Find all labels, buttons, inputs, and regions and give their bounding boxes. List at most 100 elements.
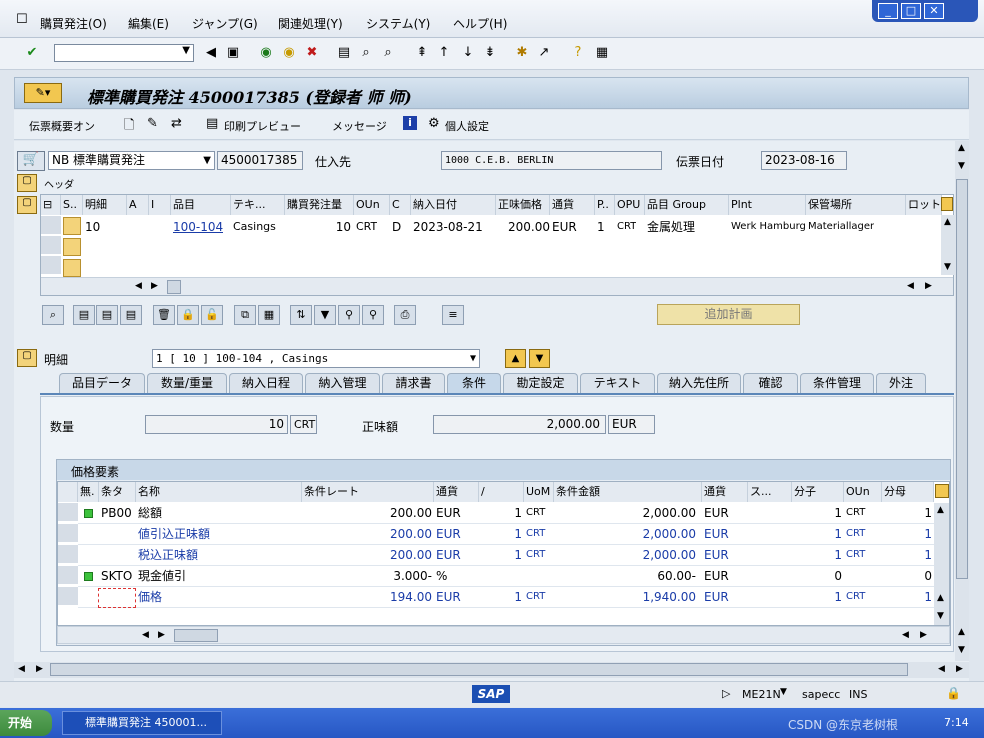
cond-rate[interactable]: 194.00 (302, 587, 432, 607)
main-scroll-left-icon[interactable]: ◀ (18, 664, 25, 674)
cond-vscroll[interactable]: ▲ ▲ ▼ (934, 503, 949, 625)
messages-button[interactable]: メッセージ (332, 118, 387, 134)
cond-row-selector[interactable] (58, 503, 78, 522)
help-icon[interactable]: ? (570, 45, 586, 61)
col-header-per[interactable]: P.. (595, 195, 615, 215)
cond-numerator[interactable]: 0 (792, 566, 842, 586)
deselect-all-button[interactable]: ▤ (96, 305, 118, 325)
cond-oun[interactable]: CRT (844, 545, 882, 565)
tab-conditions[interactable]: 条件 (447, 373, 501, 394)
cond-oun[interactable]: CRT (844, 524, 882, 544)
status-expand-icon[interactable]: ▷ (722, 687, 730, 700)
cond-col-currency2[interactable]: 通貨 (702, 482, 748, 502)
item-detail-select[interactable]: 1 [ 10 ] 100-104 , Casings ▼ (152, 349, 480, 368)
change-icon[interactable]: ✎ (147, 116, 158, 131)
start-button[interactable]: 开始 (0, 710, 52, 736)
delete-button[interactable]: 🗑 (153, 305, 175, 325)
cond-amount[interactable]: 2,000.00 (554, 524, 696, 544)
row-selector[interactable] (41, 256, 61, 275)
cond-name[interactable]: 現金値引 (136, 566, 302, 586)
cond-scroll-up2-icon[interactable]: ▲ (937, 593, 944, 603)
cond-currency[interactable]: EUR (434, 587, 479, 607)
sort-button[interactable]: ⇅ (290, 305, 312, 325)
find-next-icon[interactable]: ⌕ (380, 45, 396, 61)
shortcut-icon[interactable]: ↗ (536, 45, 552, 61)
transaction-code[interactable]: ME21N (742, 688, 781, 701)
back-icon[interactable]: ◉ (258, 45, 274, 61)
cond-per[interactable]: 1 (479, 587, 522, 607)
col-header-c[interactable]: C (390, 195, 411, 215)
menu-icon[interactable]: ☐ (16, 12, 28, 27)
close-button[interactable]: ✕ (924, 3, 944, 19)
next-page-icon[interactable]: ↓ (460, 45, 476, 61)
doc-overview-button[interactable]: 伝票概要オン (29, 118, 95, 134)
tab-material-data[interactable]: 品目データ (59, 373, 145, 393)
document-button[interactable]: ⎙ (394, 305, 416, 325)
restore-button[interactable]: □ (901, 3, 921, 19)
cond-denominator[interactable]: 1 (882, 587, 932, 607)
cond-uom[interactable]: CRT (524, 587, 554, 607)
sum-button[interactable]: ▼ (314, 305, 336, 325)
row-status-icon[interactable] (63, 217, 81, 235)
focus-cell[interactable] (98, 588, 136, 608)
menu-edit[interactable]: 編集(E) (128, 15, 169, 32)
tab-texts[interactable]: テキスト (580, 373, 655, 393)
table-settings-icon[interactable]: ⊟ (41, 195, 61, 215)
item-net-price[interactable]: 200.00 (496, 217, 550, 237)
cond-scroll-down-icon[interactable]: ▼ (937, 611, 944, 621)
main-scroll-right-icon[interactable]: ▶ (36, 664, 43, 674)
item-qty[interactable]: 10 (285, 217, 351, 237)
tab-qty-weight[interactable]: 数量/重量 (147, 373, 227, 393)
cond-rate[interactable]: 200.00 (302, 503, 432, 523)
cond-col-name[interactable]: 名称 (136, 482, 302, 502)
col-header-mat-group[interactable]: 品目 Group (645, 195, 729, 215)
order-type-select[interactable]: NB 標準購買発注 ▼ (48, 151, 215, 170)
item-short-text[interactable]: Casings (231, 217, 276, 237)
cond-col-inactive[interactable]: 無. (78, 482, 99, 502)
col-header-oun[interactable]: OUn (354, 195, 390, 215)
cond-row-selector[interactable] (58, 545, 78, 564)
items-hscroll[interactable]: ◀ ▶ ◀ ▶ (41, 277, 953, 295)
cond-col-currency[interactable]: 通貨 (434, 482, 479, 502)
col-header-batch[interactable]: ロット (906, 195, 942, 215)
cond-col-rate[interactable]: 条件レート (302, 482, 434, 502)
cond-col-status[interactable]: ス... (748, 482, 792, 502)
cond-rate[interactable]: 3.000- (302, 566, 432, 586)
main-scroll-up-bottom-icon[interactable]: ▲ (958, 627, 965, 637)
item-sloc[interactable]: Materiallager (806, 217, 874, 237)
item-plant[interactable]: Werk Hamburg (729, 217, 806, 237)
cond-scroll-right-icon[interactable]: ▶ (158, 630, 165, 640)
tab-condition-control[interactable]: 条件管理 (800, 373, 874, 393)
menu-jump[interactable]: ジャンプ(G) (192, 15, 258, 32)
col-header-qty[interactable]: 購買発注量 (285, 195, 354, 215)
main-hscroll[interactable]: ◀ ▶ ◀ ▶ (14, 662, 969, 678)
info-icon[interactable]: i (403, 116, 417, 130)
filter-options-button[interactable]: ⚲ (362, 305, 384, 325)
add-plan-button[interactable]: 追加計画 (657, 304, 800, 325)
cond-per[interactable]: 1 (479, 503, 522, 523)
other-doc-icon[interactable]: ⇄ (171, 116, 182, 131)
cond-currency2[interactable]: EUR (702, 503, 748, 523)
column-config-icon[interactable] (941, 197, 953, 211)
filter-button[interactable]: ⚲ (338, 305, 360, 325)
cond-hscroll[interactable]: ◀ ▶ ◀ ▶ (57, 626, 950, 644)
col-header-currency[interactable]: 通貨 (550, 195, 595, 215)
item-deliv-date[interactable]: 2023-08-21 (411, 217, 483, 237)
cond-currency2[interactable]: EUR (702, 566, 748, 586)
cond-numerator[interactable]: 1 (792, 503, 842, 523)
cond-currency[interactable]: EUR (434, 545, 479, 565)
col-header-opu[interactable]: OPU (615, 195, 645, 215)
cond-row-selector[interactable] (58, 524, 78, 543)
tab-invoice[interactable]: 請求書 (382, 373, 445, 393)
cond-type[interactable] (99, 524, 136, 544)
tab-delivery-schedule[interactable]: 納入日程 (229, 373, 303, 393)
col-header-material[interactable]: 品目 (171, 195, 231, 215)
tab-delivery[interactable]: 納入管理 (305, 373, 380, 393)
scroll-right-end-icon[interactable]: ▶ (925, 281, 932, 291)
select-all-button[interactable]: ▤ (73, 305, 95, 325)
item-detail-dropdown-icon[interactable]: ▼ (470, 350, 476, 367)
scroll-right-icon[interactable]: ▶ (151, 281, 158, 291)
col-header-deliv-date[interactable]: 納入日付 (411, 195, 496, 215)
cond-per[interactable] (479, 566, 522, 586)
item-currency[interactable]: EUR (550, 217, 577, 237)
